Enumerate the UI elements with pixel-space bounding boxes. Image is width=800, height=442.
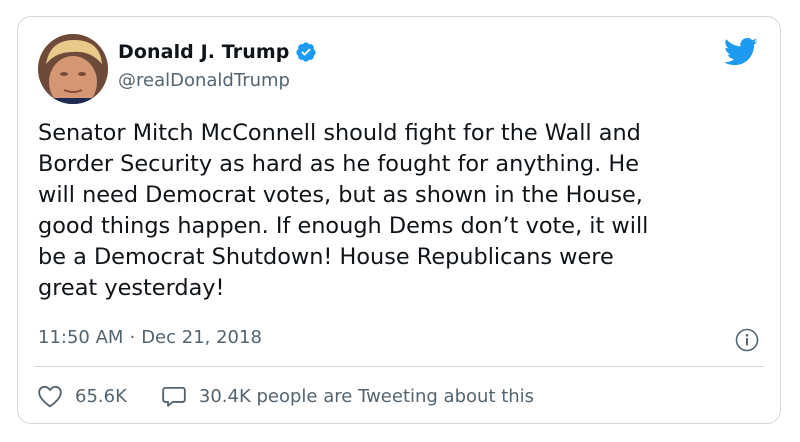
tweet-actions: 65.6K 30.4K people are Tweeting about th… bbox=[37, 384, 534, 408]
tweet-timestamp[interactable]: 11:50 AM · Dec 21, 2018 bbox=[38, 327, 262, 348]
info-icon[interactable] bbox=[735, 328, 759, 352]
meta-separator: · bbox=[129, 327, 136, 348]
avatar-image bbox=[38, 34, 108, 104]
divider bbox=[34, 366, 764, 367]
heart-icon bbox=[38, 385, 62, 408]
like-button[interactable]: 65.6K bbox=[37, 384, 127, 408]
tweeting-count[interactable]: 30.4K people are Tweeting about this bbox=[199, 386, 534, 407]
author-name[interactable]: Donald J. Trump bbox=[118, 41, 289, 63]
tweet-date[interactable]: Dec 21, 2018 bbox=[141, 327, 262, 348]
like-count[interactable]: 65.6K bbox=[75, 386, 127, 407]
twitter-bird-icon[interactable] bbox=[724, 37, 758, 67]
tweet-text: Senator Mitch McConnell should fight for… bbox=[38, 120, 649, 301]
verified-badge-icon bbox=[296, 42, 317, 62]
tweet-time[interactable]: 11:50 AM bbox=[38, 327, 123, 348]
author-handle[interactable]: @realDonaldTrump bbox=[118, 70, 290, 91]
speech-bubble-icon bbox=[162, 386, 186, 407]
avatar[interactable] bbox=[38, 34, 108, 104]
tweet-card[interactable]: Donald J. Trump @realDonaldTrump Senator… bbox=[17, 16, 781, 424]
tweeting-about-link[interactable]: 30.4K people are Tweeting about this bbox=[161, 384, 534, 408]
author-name-row[interactable]: Donald J. Trump bbox=[118, 41, 317, 63]
